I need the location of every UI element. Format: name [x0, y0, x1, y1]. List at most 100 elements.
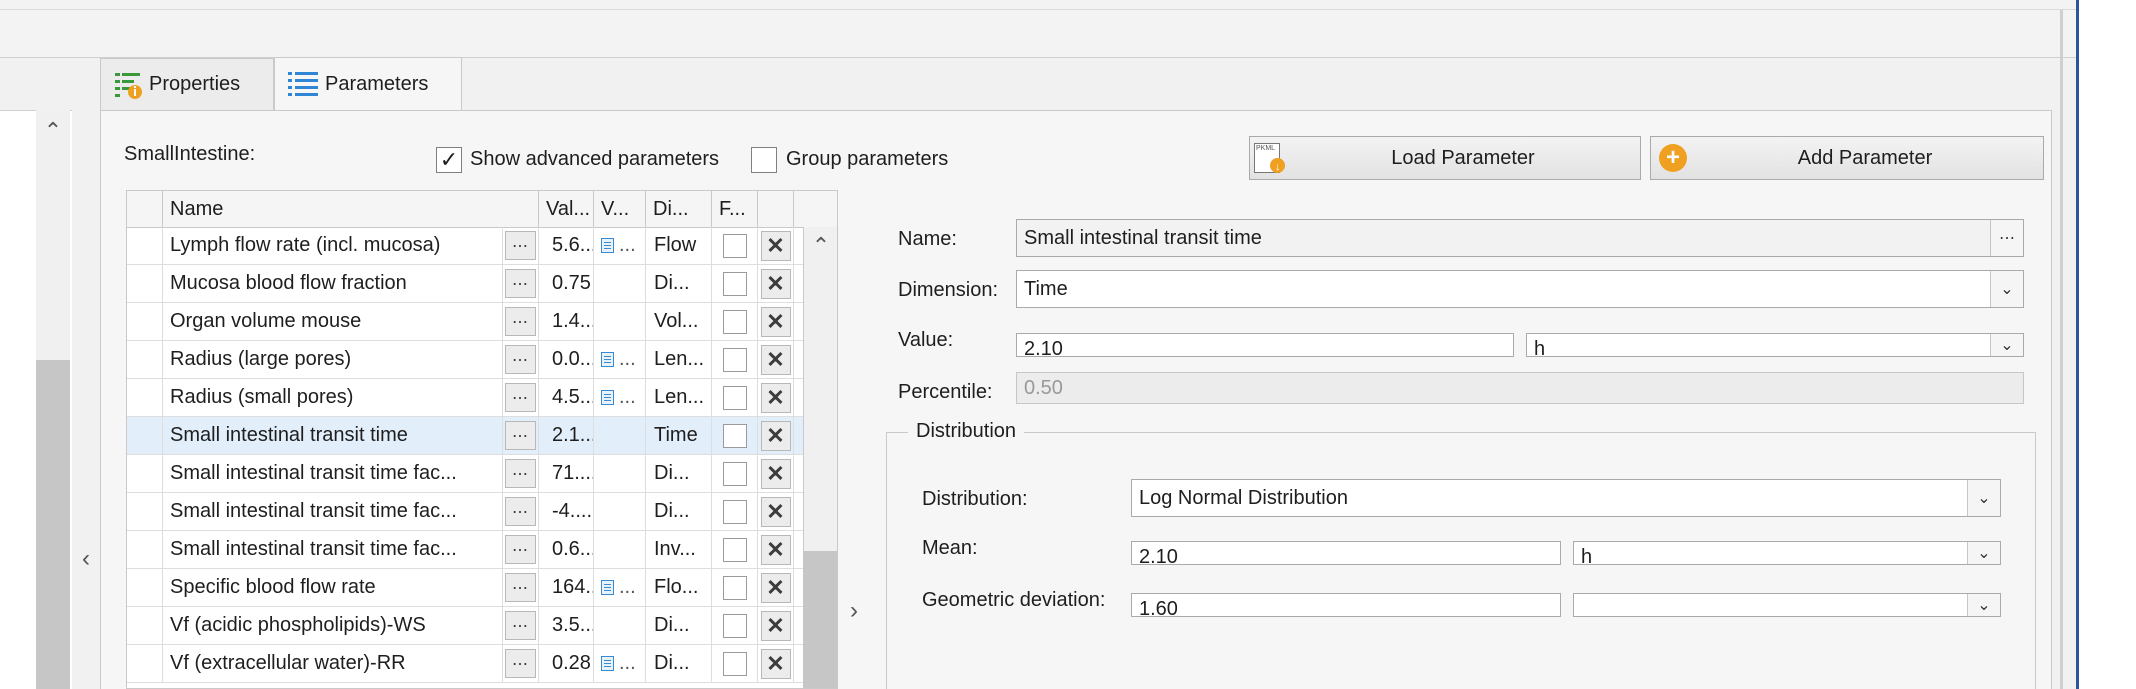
row-indicator[interactable]: [127, 303, 163, 340]
ellipsis-button[interactable]: ⋯: [505, 269, 536, 298]
param-value-cell[interactable]: 2.1...: [539, 417, 594, 454]
delete-icon[interactable]: ✕: [760, 382, 791, 413]
row-indicator[interactable]: [127, 493, 163, 530]
table-row[interactable]: Vf (acidic phospholipids)-WS ⋯ 3.5... Di...…: [127, 607, 837, 645]
delete-icon[interactable]: ✕: [760, 496, 791, 527]
row-indicator[interactable]: [127, 455, 163, 492]
param-name-cell[interactable]: Vf (acidic phospholipids)-WS: [163, 607, 503, 644]
param-dimension-cell[interactable]: Inv...: [646, 531, 712, 568]
fixed-checkbox[interactable]: [722, 385, 747, 410]
row-indicator[interactable]: [127, 569, 163, 606]
param-dimension-cell[interactable]: Flo...: [646, 569, 712, 606]
param-dimension-cell[interactable]: Di...: [646, 607, 712, 644]
param-name-cell[interactable]: Vf (extracellular water)-RR: [163, 645, 503, 682]
delete-icon[interactable]: ✕: [760, 534, 791, 565]
param-value-cell[interactable]: 5.6...: [539, 227, 594, 264]
param-dimension-cell[interactable]: Di...: [646, 265, 712, 302]
distribution-chevron-down-icon[interactable]: ⌄: [1967, 480, 2000, 516]
fixed-checkbox[interactable]: [722, 309, 747, 334]
fixed-checkbox[interactable]: [722, 499, 747, 524]
grid-scrollbar-thumb[interactable]: [803, 551, 837, 688]
mean-unit-chevron-down-icon[interactable]: ⌄: [1967, 542, 2000, 564]
show-advanced-checkbox[interactable]: ✓: [436, 147, 462, 173]
table-row[interactable]: Radius (small pores) ⋯ 4.5...... Len... ✕: [127, 379, 837, 417]
param-dimension-cell[interactable]: Di...: [646, 455, 712, 492]
row-indicator[interactable]: [127, 645, 163, 682]
ellipsis-button[interactable]: ⋯: [505, 345, 536, 374]
table-row[interactable]: Mucosa blood flow fraction ⋯ 0.75 Di... ✕: [127, 265, 837, 303]
ellipsis-button[interactable]: ⋯: [505, 573, 536, 602]
param-dimension-cell[interactable]: Di...: [646, 493, 712, 530]
row-indicator[interactable]: [127, 341, 163, 378]
param-source-cell[interactable]: ...: [594, 569, 646, 606]
param-source-cell[interactable]: ...: [594, 341, 646, 378]
ellipsis-button[interactable]: ⋯: [505, 535, 536, 564]
param-dimension-cell[interactable]: Di...: [646, 645, 712, 682]
delete-icon[interactable]: ✕: [760, 458, 791, 489]
delete-icon[interactable]: ✕: [760, 572, 791, 603]
param-source-cell[interactable]: [594, 607, 646, 644]
left-scrollbar-thumb[interactable]: [36, 360, 70, 689]
ellipsis-button[interactable]: ⋯: [505, 231, 536, 260]
delete-icon[interactable]: ✕: [760, 648, 791, 679]
fixed-checkbox[interactable]: [722, 651, 747, 676]
table-row[interactable]: Vf (extracellular water)-RR ⋯ 0.28... Di...…: [127, 645, 837, 683]
fixed-checkbox[interactable]: [722, 537, 747, 562]
delete-icon[interactable]: ✕: [760, 610, 791, 641]
header-fixed[interactable]: F...: [712, 191, 758, 227]
param-dimension-cell[interactable]: Vol...: [646, 303, 712, 340]
param-name-cell[interactable]: Organ volume mouse: [163, 303, 503, 340]
param-value-cell[interactable]: 0.0...: [539, 341, 594, 378]
param-value-cell[interactable]: 4.5...: [539, 379, 594, 416]
param-source-cell[interactable]: ...: [594, 645, 646, 682]
param-name-cell[interactable]: Small intestinal transit time fac...: [163, 531, 503, 568]
ellipsis-button[interactable]: ⋯: [505, 649, 536, 678]
param-value-cell[interactable]: 3.5...: [539, 607, 594, 644]
value-input[interactable]: 2.10: [1016, 333, 1514, 357]
name-field[interactable]: Small intestinal transit time ⋯: [1016, 219, 2024, 257]
fixed-checkbox[interactable]: [722, 271, 747, 296]
fixed-checkbox[interactable]: [722, 423, 747, 448]
table-row[interactable]: Specific blood flow rate⋯164...... Flo...…: [127, 569, 837, 607]
expand-right-icon[interactable]: ›: [842, 597, 866, 625]
param-dimension-cell[interactable]: Time: [646, 417, 712, 454]
geometric-deviation-chevron-down-icon[interactable]: ⌄: [1967, 594, 2000, 616]
table-row[interactable]: Small intestinal transit time ⋯ 2.1... Time…: [127, 417, 837, 455]
dimension-select[interactable]: Time ⌄: [1016, 270, 2024, 308]
delete-icon[interactable]: ✕: [760, 306, 791, 337]
param-value-cell[interactable]: -4....: [539, 493, 594, 530]
mean-input[interactable]: 2.10: [1131, 541, 1561, 565]
param-name-cell[interactable]: Radius (small pores): [163, 379, 503, 416]
fixed-checkbox[interactable]: [722, 233, 747, 258]
add-parameter-button[interactable]: + Add Parameter: [1650, 136, 2044, 180]
header-value[interactable]: Val...: [539, 191, 594, 227]
tab-parameters[interactable]: Parameters: [274, 57, 462, 110]
name-ellipsis-button[interactable]: ⋯: [1990, 220, 2023, 256]
fixed-checkbox[interactable]: [722, 575, 747, 600]
param-value-cell[interactable]: 71....: [539, 455, 594, 492]
row-indicator[interactable]: [127, 227, 163, 264]
param-source-cell[interactable]: [594, 303, 646, 340]
param-name-cell[interactable]: Small intestinal transit time fac...: [163, 455, 503, 492]
param-source-cell[interactable]: [594, 455, 646, 492]
ellipsis-button[interactable]: ⋯: [505, 383, 536, 412]
group-parameters-checkbox[interactable]: [751, 147, 777, 173]
geometric-deviation-unit-select[interactable]: ⌄: [1573, 593, 2001, 617]
delete-icon[interactable]: ✕: [760, 230, 791, 261]
param-name-cell[interactable]: Radius (large pores): [163, 341, 503, 378]
param-source-cell[interactable]: ...: [594, 379, 646, 416]
ellipsis-button[interactable]: ⋯: [505, 497, 536, 526]
param-value-cell[interactable]: 164...: [539, 569, 594, 606]
header-dimension[interactable]: Di...: [646, 191, 712, 227]
table-row[interactable]: Small intestinal transit time fac... ⋯ 71.…: [127, 455, 837, 493]
table-row[interactable]: Radius (large pores) ⋯ 0.0...... Len... ✕: [127, 341, 837, 379]
param-source-cell[interactable]: [594, 531, 646, 568]
param-name-cell[interactable]: Specific blood flow rate: [163, 569, 503, 606]
fixed-checkbox[interactable]: [722, 613, 747, 638]
param-source-cell[interactable]: [594, 417, 646, 454]
param-dimension-cell[interactable]: Len...: [646, 379, 712, 416]
row-indicator[interactable]: [127, 531, 163, 568]
table-row[interactable]: Small intestinal transit time fac... ⋯ 0.6…: [127, 531, 837, 569]
geometric-deviation-input[interactable]: 1.60: [1131, 593, 1561, 617]
param-source-cell[interactable]: [594, 493, 646, 530]
